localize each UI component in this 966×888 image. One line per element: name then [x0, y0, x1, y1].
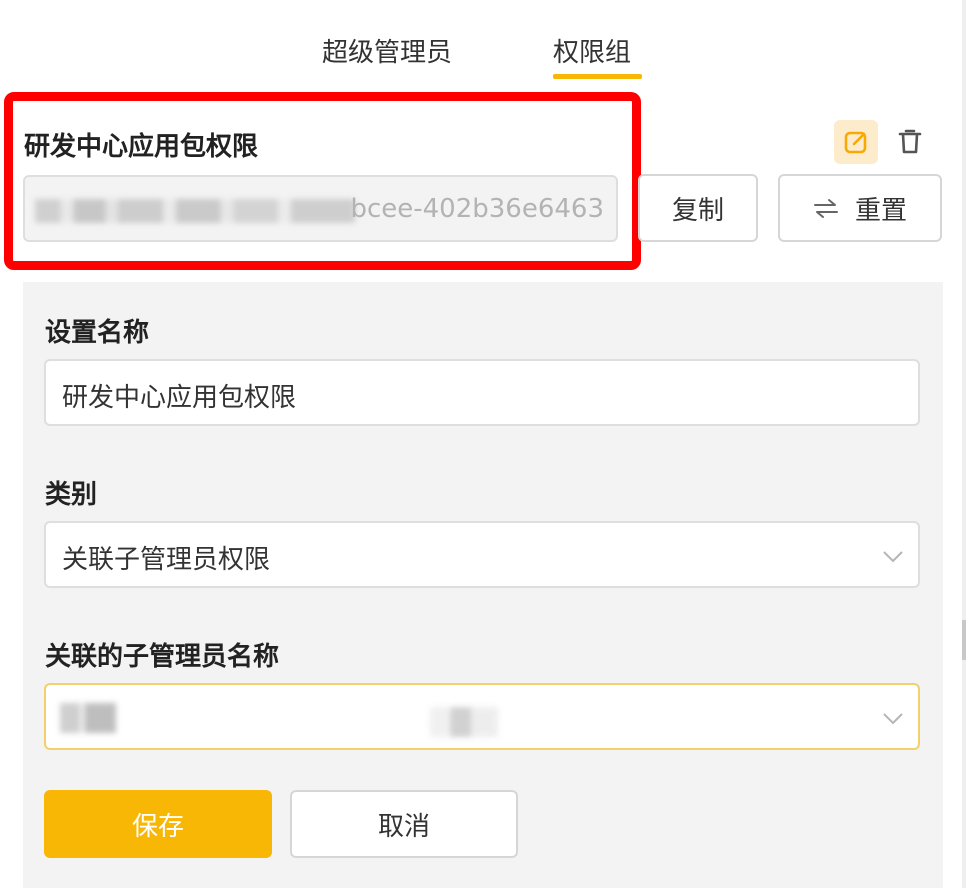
trash-icon: [898, 129, 922, 154]
save-button[interactable]: 保存: [44, 790, 272, 858]
permission-group-title: 研发中心应用包权限: [24, 132, 259, 162]
category-select[interactable]: 关联子管理员权限: [44, 521, 920, 588]
tab-super-admin[interactable]: 超级管理员: [322, 32, 452, 69]
copy-button[interactable]: 复制: [638, 174, 758, 242]
cancel-button[interactable]: 取消: [290, 790, 518, 858]
swap-arrows-icon: [813, 199, 838, 218]
name-input[interactable]: 研发中心应用包权限: [44, 359, 920, 426]
category-label: 类别: [45, 480, 98, 510]
linked-admin-select[interactable]: [44, 683, 920, 750]
delete-button[interactable]: [890, 120, 930, 164]
edit-button[interactable]: [834, 120, 878, 164]
scrollbar-thumb[interactable]: [962, 620, 966, 660]
chevron-down-icon: [883, 551, 903, 563]
edit-icon: [844, 131, 867, 154]
chevron-down-icon: [883, 713, 903, 725]
active-tab-indicator: [553, 74, 642, 79]
tab-permission-group[interactable]: 权限组: [553, 32, 631, 69]
scrollbar-track[interactable]: [962, 0, 966, 888]
copy-label: 复制: [671, 195, 724, 226]
reset-label: 重置: [854, 195, 907, 226]
group-id-field[interactable]: bcee-402b36e6463: [23, 175, 618, 242]
name-input-value: 研发中心应用包权限: [62, 383, 297, 413]
group-id-text: bcee-402b36e6463: [350, 194, 604, 224]
name-label: 设置名称: [45, 318, 150, 348]
linked-admin-label: 关联的子管理员名称: [45, 642, 280, 672]
redacted-id-prefix: [35, 199, 355, 223]
reset-button[interactable]: 重置: [778, 174, 942, 242]
save-label: 保存: [131, 811, 184, 842]
redacted-value: [430, 707, 498, 737]
cancel-label: 取消: [377, 811, 430, 842]
category-select-value: 关联子管理员权限: [62, 545, 271, 575]
redacted-value: [60, 703, 116, 733]
